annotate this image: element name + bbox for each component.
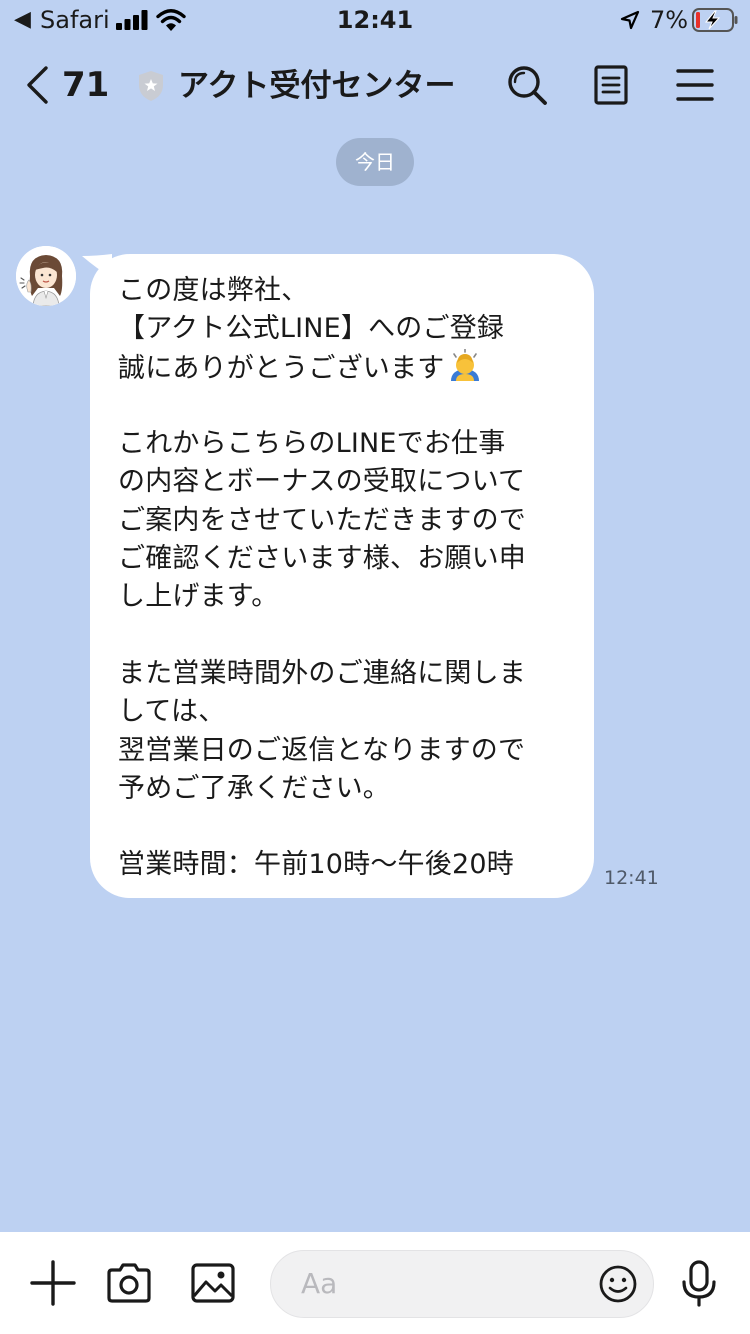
sender-avatar[interactable] [16, 246, 76, 306]
avatar-woman-illustration [16, 246, 76, 306]
message-input[interactable]: Aa [270, 1250, 654, 1318]
message-line: 予めご了承ください。 [118, 772, 390, 804]
message-line [118, 617, 574, 655]
notes-icon[interactable] [588, 62, 634, 108]
chevron-left-icon [27, 66, 48, 104]
unread-count: 71 [62, 65, 110, 105]
message-line: ご確認くださいます様、お願い申 [118, 543, 526, 575]
battery-percent: 7% [650, 6, 689, 34]
bowing-person-emoji-icon [451, 348, 480, 381]
battery-charging-icon [692, 8, 738, 32]
message-line: 翌営業日のご返信となりますので [118, 734, 526, 766]
emoji-icon[interactable] [597, 1263, 639, 1305]
message-line: の内容とボーナスの受取について [118, 466, 526, 498]
verified-shield-icon [139, 71, 163, 101]
location-arrow-icon [620, 10, 640, 30]
message-bubble[interactable]: この度は弊社、 【アクト公式LINE】へのご登録 誠にありがとうございます これ… [90, 254, 594, 898]
plus-icon[interactable] [28, 1258, 78, 1308]
back-button[interactable]: 71 [24, 62, 109, 108]
message-line: 【アクト公式LINE】へのご登録 [118, 313, 505, 345]
message-line: し上げます。 [118, 581, 279, 613]
message-timestamp: 12:41 [604, 867, 659, 889]
message-line: また営業時間外のご連絡に関しま [118, 657, 526, 689]
message-input-placeholder: Aa [301, 1267, 338, 1300]
message-line-with-emoji: 誠にありがとうございます [118, 348, 574, 387]
message-line: ご案内をさせていただきますので [118, 504, 526, 536]
message-line: この度は弊社、 [118, 275, 309, 306]
line-chat-screen: ◀ Safari 12:41 7% 71 アクト受付センター 今日 この度は弊社… [0, 0, 750, 1334]
message-line [118, 808, 574, 846]
menu-icon[interactable] [672, 62, 718, 108]
chat-title-area[interactable]: アクト受付センター [138, 64, 455, 108]
camera-icon[interactable] [104, 1258, 154, 1308]
message-line [118, 387, 574, 425]
message-line: しては、 [118, 696, 226, 728]
mic-icon[interactable] [674, 1258, 724, 1308]
chat-header: 71 アクト受付センター [0, 44, 750, 128]
message-line-text: 誠にありがとうございます [118, 352, 445, 384]
image-icon[interactable] [188, 1258, 238, 1308]
chat-title: アクト受付センター [178, 68, 456, 104]
status-bar: ◀ Safari 12:41 7% [0, 0, 750, 40]
message-line: 営業時間：午前10時〜午後20時 [118, 849, 514, 881]
message-line: これからこちらのLINEでお仕事 [118, 428, 506, 460]
input-bar: Aa [0, 1232, 750, 1334]
date-separator: 今日 [336, 138, 414, 186]
search-icon[interactable] [504, 62, 550, 108]
